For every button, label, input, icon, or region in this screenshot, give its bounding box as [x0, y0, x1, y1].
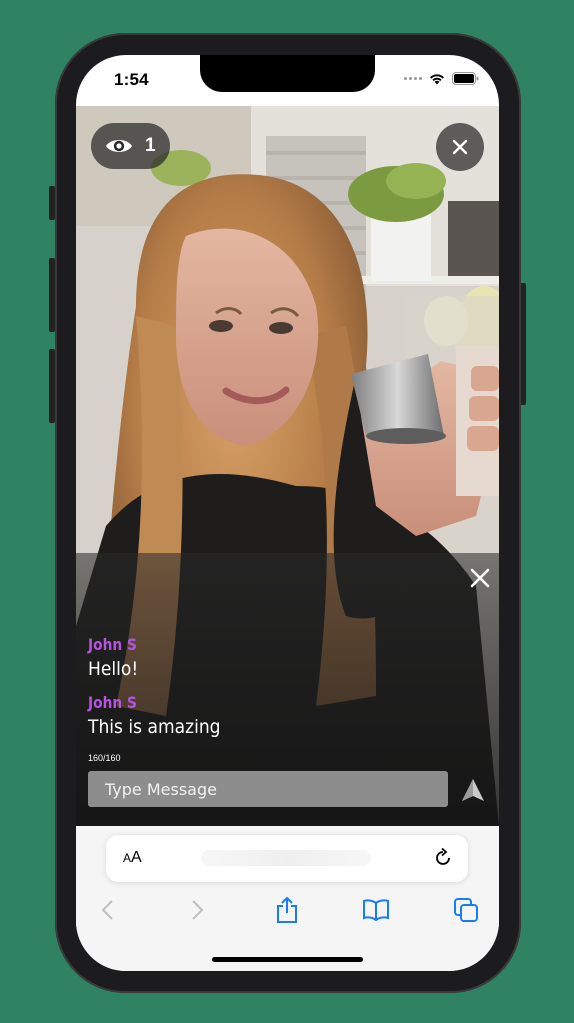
- character-counter: 160/160: [88, 753, 121, 763]
- chat-panel: John S Hello! John S This is amazing 160…: [76, 553, 499, 826]
- chat-username: John S: [88, 635, 137, 654]
- chat-text: Hello!: [88, 658, 139, 680]
- share-icon: [277, 896, 297, 923]
- text-size-button[interactable]: AA: [123, 849, 142, 867]
- forward-button[interactable]: [184, 896, 212, 924]
- reload-icon[interactable]: [432, 847, 454, 869]
- book-icon: [363, 899, 389, 921]
- close-chat-button[interactable]: [469, 567, 491, 589]
- back-button[interactable]: [93, 896, 121, 924]
- bookmarks-button[interactable]: [362, 896, 390, 924]
- message-input[interactable]: [88, 771, 448, 807]
- chat-message: John S Hello!: [88, 635, 145, 680]
- phone-screen: 1:54 1 John S Hello! John S This is amaz…: [76, 55, 499, 971]
- notch: [200, 55, 375, 92]
- address-bar[interactable]: AA: [106, 835, 468, 882]
- eye-icon: [106, 140, 132, 152]
- battery-icon: [452, 72, 479, 85]
- url-text: [201, 850, 371, 866]
- browser-toolbar: AA: [76, 826, 499, 971]
- status-icons: [404, 72, 479, 85]
- chat-text: This is amazing: [88, 716, 221, 738]
- home-indicator: [212, 957, 363, 962]
- chevron-left-icon: [101, 900, 113, 920]
- wifi-icon: [430, 74, 444, 85]
- viewer-count-badge: 1: [91, 123, 170, 169]
- tabs-button[interactable]: [452, 896, 480, 924]
- live-video[interactable]: 1 John S Hello! John S This is amazing 1…: [76, 106, 499, 826]
- signal-icon: [404, 77, 422, 80]
- chat-message: John S This is amazing: [88, 693, 235, 738]
- chat-username: John S: [88, 693, 137, 712]
- close-stream-button[interactable]: [436, 123, 484, 171]
- tabs-icon: [454, 898, 478, 922]
- status-time: 1:54: [114, 70, 149, 89]
- close-icon: [452, 139, 468, 155]
- send-icon[interactable]: [461, 778, 485, 802]
- viewer-count: 1: [145, 135, 156, 156]
- chevron-right-icon: [192, 900, 204, 920]
- share-button[interactable]: [273, 896, 301, 924]
